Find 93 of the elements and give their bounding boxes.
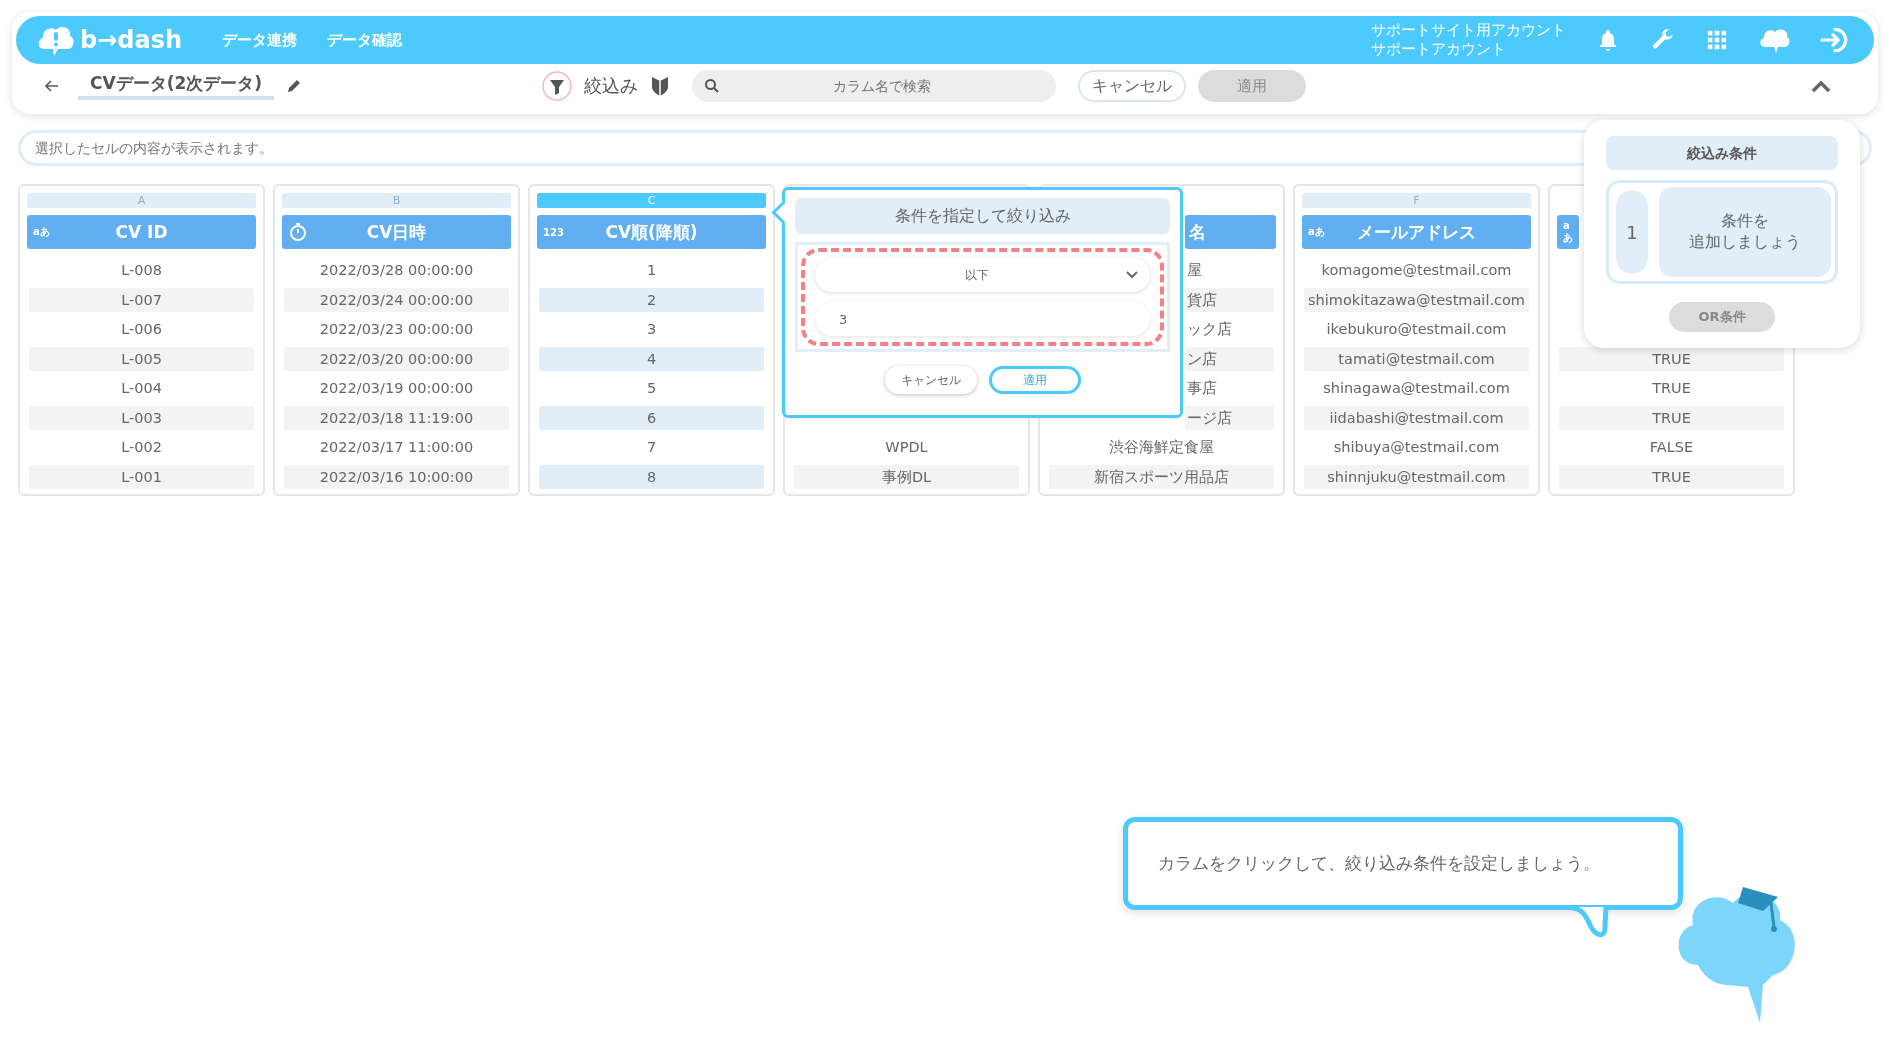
table-cell: ージ店 <box>1185 405 1274 430</box>
cancel-button[interactable]: キャンセル <box>1078 70 1186 102</box>
column-title: CV ID <box>115 222 168 242</box>
stopwatch-icon <box>288 222 308 242</box>
table-cell-text: ック店 <box>1186 320 1233 339</box>
table-cell-text: 5 <box>645 379 658 398</box>
table-cell: 2022/03/24 00:00:00 <box>284 287 509 312</box>
table-cell: 4 <box>539 346 764 371</box>
pencil-icon[interactable] <box>286 78 302 94</box>
table-cell-text: 2022/03/19 00:00:00 <box>318 379 475 398</box>
table-cell-text: 渋谷海鮮定食屋 <box>1108 438 1215 457</box>
table-cell-text: 2022/03/28 00:00:00 <box>318 261 475 280</box>
table-cell-text: 屋 <box>1186 261 1203 280</box>
table-cell: 6 <box>539 405 764 430</box>
table-cell-text: 1 <box>645 261 658 280</box>
table-cell: L-007 <box>29 287 254 312</box>
table-cell-text: ikebukuro@testmail.com <box>1325 320 1508 339</box>
table-cell-text: shinagawa@testmail.com <box>1322 379 1511 398</box>
logo-text: b→dash <box>80 26 183 54</box>
table-cell-text: 7 <box>645 438 658 457</box>
table-cell-text: 事店 <box>1186 379 1218 398</box>
table-cell: TRUE <box>1559 346 1784 371</box>
column-header[interactable]: 123 CV順(降順) <box>537 215 766 249</box>
dataset-title[interactable]: CVデータ(2次データ) <box>78 72 274 100</box>
column-header[interactable]: aあ CV ID <box>27 215 256 249</box>
table-cell-text: L-006 <box>120 320 163 339</box>
column-letter[interactable]: F <box>1302 193 1531 208</box>
table-cell: 2 <box>539 287 764 312</box>
table-cell-text: L-008 <box>120 261 163 280</box>
filter-label: 絞込み <box>584 74 638 98</box>
account-name: サポートアカウント <box>1371 40 1507 59</box>
table-cell: shimokitazawa@testmail.com <box>1304 287 1529 312</box>
table-cell: 8 <box>539 464 764 489</box>
chevron-down-icon <box>1126 271 1138 279</box>
type-label: aあ <box>1308 225 1325 239</box>
table-cell: TRUE <box>1559 405 1784 430</box>
column-header[interactable]: CV日時 <box>282 215 511 249</box>
search-icon <box>704 78 720 94</box>
table-cell-text: 2022/03/23 00:00:00 <box>318 320 475 339</box>
operator-dropdown[interactable]: 以下 <box>815 258 1150 292</box>
column-letter[interactable]: B <box>282 193 511 208</box>
collapse-chevron-icon[interactable] <box>1810 79 1832 93</box>
cancel-button[interactable]: キャンセル <box>884 366 977 394</box>
apply-button[interactable]: 適用 <box>988 366 1081 394</box>
type-label: aあ <box>33 225 50 239</box>
column-header[interactable]: 名 <box>1185 215 1276 249</box>
nav-link[interactable]: データ連携 <box>222 30 298 50</box>
column-title: 名 <box>1189 220 1206 244</box>
table-cell-text: WPDL <box>884 438 929 457</box>
popup-title: 条件を指定して絞り込み <box>795 198 1170 234</box>
table-cell-text: L-004 <box>120 379 163 398</box>
table-cell-text: 3 <box>645 320 658 339</box>
table-cell: shinnjuku@testmail.com <box>1304 464 1529 489</box>
filter-icon[interactable] <box>542 71 572 101</box>
value-field[interactable]: 3 <box>815 302 1150 336</box>
table-cell: 貨店 <box>1185 287 1274 312</box>
table-cell: L-003 <box>29 405 254 430</box>
table-cell-text: 2022/03/17 11:00:00 <box>318 438 475 457</box>
table-cell-text: L-002 <box>120 438 163 457</box>
table-cell: 事例DL <box>794 464 1019 489</box>
value-input[interactable]: 3 <box>837 310 1128 328</box>
shield-icon[interactable] <box>650 75 670 97</box>
nav-link[interactable]: データ確認 <box>327 30 403 50</box>
type-label: aあ <box>1563 219 1574 245</box>
table-cell: tamati@testmail.com <box>1304 346 1529 371</box>
table-cell: iidabashi@testmail.com <box>1304 405 1529 430</box>
table-cell: L-001 <box>29 464 254 489</box>
table-cell: 2022/03/16 10:00:00 <box>284 464 509 489</box>
table-cell-text: komagome@testmail.com <box>1320 261 1513 280</box>
table-cell: 2022/03/20 00:00:00 <box>284 346 509 371</box>
table-cell-text: shibuya@testmail.com <box>1332 438 1501 457</box>
table-cell: 2022/03/18 11:19:00 <box>284 405 509 430</box>
add-condition-button[interactable]: 条件を 追加しましょう <box>1659 187 1831 278</box>
back-arrow-icon[interactable] <box>44 78 60 94</box>
column-title: メールアドレス <box>1357 220 1476 244</box>
table-cell: ン店 <box>1185 346 1274 371</box>
column-letter[interactable]: C <box>537 193 766 208</box>
search-input[interactable]: カラム名で検索 <box>720 77 1044 95</box>
account-name: サポートサイト用アカウント <box>1371 21 1566 40</box>
table-cell: 新宿スポーツ用品店 <box>1049 464 1274 489</box>
column-title: CV日時 <box>366 220 427 244</box>
table-cell-text: FALSE <box>1648 438 1695 457</box>
column-header[interactable]: aあ メールアドレス <box>1302 215 1531 249</box>
search-field[interactable]: カラム名で検索 <box>692 70 1056 102</box>
table-cell-text: TRUE <box>1651 379 1692 398</box>
type-label: 123 <box>543 226 564 238</box>
column-header[interactable]: aあ <box>1557 215 1579 249</box>
table-cell: TRUE <box>1559 464 1784 489</box>
table-cell: L-005 <box>29 346 254 371</box>
hint-text: カラムをクリックして、絞り込み条件を設定しましょう。 <box>1158 852 1600 875</box>
column-letter[interactable]: A <box>27 193 256 208</box>
panel-title: 絞込み条件 <box>1606 136 1838 170</box>
column-title: CV順(降順) <box>605 220 698 244</box>
